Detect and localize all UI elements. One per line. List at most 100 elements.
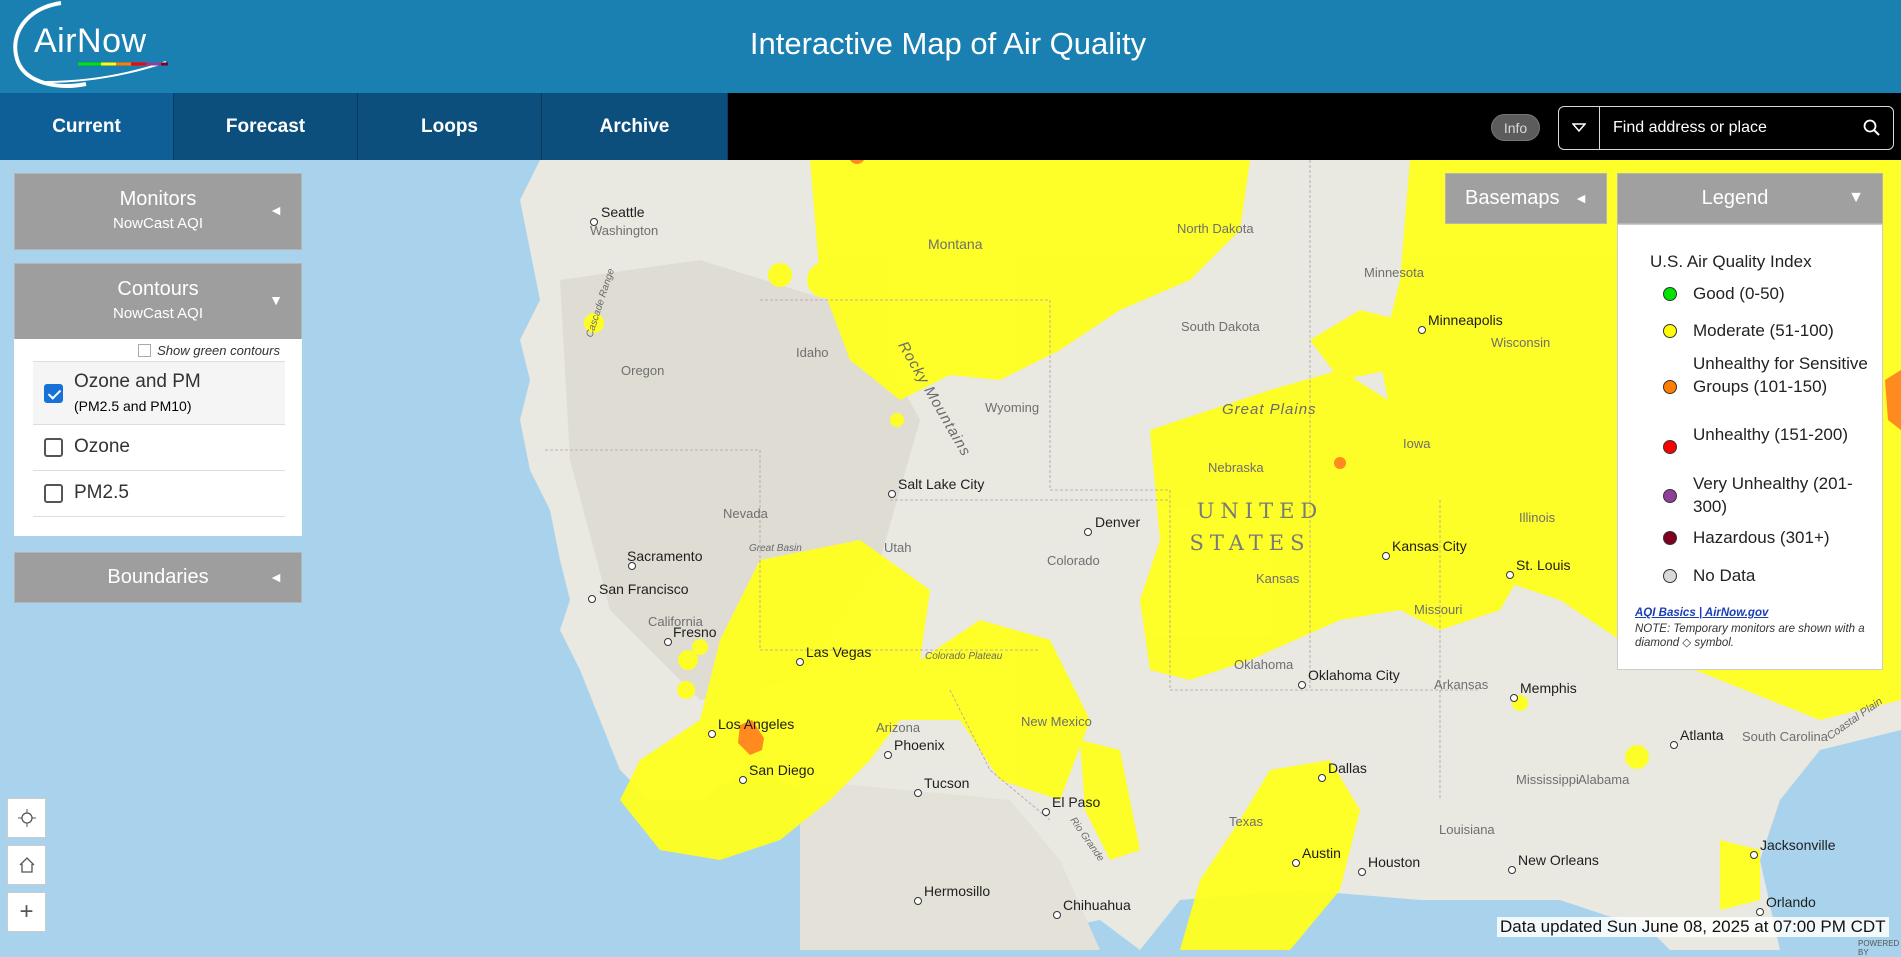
region-label: Oregon: [621, 363, 664, 378]
tab-current[interactable]: Current: [0, 93, 174, 160]
legend-item-very-unhealthy: Very Unhealthy (201-300): [1663, 472, 1873, 518]
region-label: Iowa: [1403, 436, 1431, 451]
contours-panel-body: Show green contours Ozone and PM (PM2.5 …: [14, 339, 302, 536]
boundaries-panel-header[interactable]: Boundaries ◄: [14, 552, 302, 603]
svg-text:Houston: Houston: [1368, 854, 1420, 870]
search-source-dropdown[interactable]: [1559, 107, 1600, 149]
contour-spot-6: [677, 681, 695, 699]
contours-subtitle: NowCast AQI: [112, 305, 204, 322]
region-label: Wisconsin: [1491, 335, 1550, 350]
region-label: Louisiana: [1439, 822, 1495, 837]
region-label: Texas: [1229, 814, 1263, 829]
region-label: Montana: [928, 236, 983, 252]
aqi-basics-link[interactable]: AQI Basics | AirNow.gov: [1635, 607, 1768, 619]
svg-text:Fresno: Fresno: [673, 624, 717, 640]
contour-usg-nebraska: [1334, 457, 1346, 469]
ozone-checkbox[interactable]: [44, 438, 63, 457]
contour-option-ozone-pm[interactable]: Ozone and PM (PM2.5 and PM10): [33, 361, 285, 425]
expand-arrow-icon: ▼: [269, 292, 283, 308]
svg-text:Las Vegas: Las Vegas: [806, 644, 871, 660]
legend-item-moderate: Moderate (51-100): [1663, 319, 1873, 342]
aqi-color-dot: [1663, 569, 1677, 583]
basemaps-title: Basemaps: [1465, 187, 1560, 209]
svg-text:Tucson: Tucson: [924, 775, 969, 791]
svg-text:St. Louis: St. Louis: [1516, 557, 1570, 573]
data-updated-status: Data updated Sun June 08, 2025 at 07:00 …: [1497, 917, 1889, 937]
search-icon[interactable]: [1861, 117, 1883, 139]
svg-text:Phoenix: Phoenix: [894, 737, 945, 753]
svg-text:Sacramento: Sacramento: [627, 548, 703, 564]
legend-item-label: No Data: [1693, 566, 1756, 585]
app-header: AirNow Interactive Map of Air Quality: [0, 0, 1901, 93]
country-label-line1: UNITED: [1197, 499, 1324, 523]
show-green-contours-checkbox[interactable]: [138, 344, 152, 357]
boundaries-title: Boundaries: [107, 566, 209, 588]
region-label: Arkansas: [1434, 677, 1489, 692]
country-label-line2: STATES: [1190, 531, 1311, 555]
search-input[interactable]: Find address or place: [1613, 119, 1767, 137]
show-green-contours-label: Show green contours: [157, 343, 280, 358]
aqi-color-dot: [1663, 324, 1677, 338]
aqi-color-dot: [1663, 380, 1677, 394]
collapse-arrow-icon: ◄: [1574, 190, 1588, 206]
svg-text:San Francisco: San Francisco: [599, 581, 689, 597]
legend-panel-body: U.S. Air Quality Index Good (0-50) Moder…: [1617, 224, 1883, 670]
chevron-down-icon: [1572, 123, 1586, 133]
legend-title: Legend: [1701, 187, 1769, 209]
contour-spot-7: [1625, 745, 1649, 769]
feature-label: Great Basin: [749, 543, 802, 554]
info-button[interactable]: Info: [1491, 114, 1540, 141]
tab-forecast[interactable]: Forecast: [174, 93, 358, 160]
region-label: Illinois: [1519, 510, 1556, 525]
legend-item-label: Moderate (51-100): [1693, 321, 1834, 340]
legend-item-usg: Unhealthy for Sensitive Groups (101-150): [1663, 352, 1873, 398]
svg-text:Oklahoma City: Oklahoma City: [1308, 667, 1400, 683]
region-label: Washington: [590, 223, 658, 238]
legend-item-no-data: No Data: [1663, 564, 1873, 587]
ozone-pm-checkbox[interactable]: [44, 384, 63, 403]
region-label: South Dakota: [1181, 319, 1261, 334]
legend-item-label: Unhealthy (151-200): [1693, 425, 1848, 444]
region-label: Arizona: [876, 720, 921, 735]
svg-text:Memphis: Memphis: [1520, 680, 1577, 696]
contour-option-pm25[interactable]: PM2.5: [33, 471, 285, 517]
ozone-pm-sublabel: (PM2.5 and PM10): [74, 398, 192, 414]
legend-item-label: Good (0-50): [1693, 284, 1785, 303]
zoom-in-button[interactable]: +: [7, 892, 46, 932]
show-green-contours-toggle[interactable]: Show green contours: [138, 343, 280, 358]
contour-spot-5: [692, 639, 708, 655]
legend-item-hazardous: Hazardous (301+): [1663, 526, 1873, 549]
pm25-checkbox[interactable]: [44, 484, 63, 503]
ozone-label: Ozone: [74, 436, 130, 457]
page-title: Interactive Map of Air Quality: [749, 26, 1147, 61]
svg-text:Orlando: Orlando: [1766, 894, 1816, 910]
basemaps-panel-header[interactable]: Basemaps ◄: [1445, 173, 1607, 224]
region-label: Minnesota: [1364, 265, 1425, 280]
locate-button[interactable]: [7, 798, 46, 838]
region-label: North Dakota: [1177, 221, 1254, 236]
locate-icon: [17, 809, 36, 827]
aqi-color-dot: [1663, 287, 1677, 301]
tab-archive[interactable]: Archive: [542, 93, 728, 160]
contour-option-ozone[interactable]: Ozone: [33, 425, 285, 471]
region-label: Colorado: [1047, 553, 1100, 568]
svg-text:New Orleans: New Orleans: [1518, 852, 1599, 868]
svg-text:Los Angeles: Los Angeles: [718, 716, 794, 732]
contour-spot-2: [807, 262, 843, 298]
contour-spot-9: [890, 413, 904, 427]
aqi-color-dot: [1663, 440, 1677, 454]
monitors-panel-header[interactable]: Monitors NowCast AQI ◄: [14, 173, 302, 250]
contour-spot-1: [768, 263, 792, 287]
svg-text:El Paso: El Paso: [1052, 794, 1100, 810]
legend-panel-header[interactable]: Legend ▼: [1617, 173, 1883, 224]
region-label: Utah: [884, 540, 911, 555]
home-button[interactable]: [7, 845, 46, 885]
legend-note: NOTE: Temporary monitors are shown with …: [1635, 623, 1865, 649]
svg-text:Chihuahua: Chihuahua: [1063, 897, 1131, 913]
tab-loops[interactable]: Loops: [358, 93, 542, 160]
collapse-arrow-icon: ◄: [269, 202, 283, 218]
region-label: South Carolina: [1742, 729, 1829, 744]
contours-panel-header[interactable]: Contours NowCast AQI ▼: [14, 263, 302, 340]
svg-text:Austin: Austin: [1302, 845, 1341, 861]
monitors-subtitle: NowCast AQI: [112, 215, 204, 232]
